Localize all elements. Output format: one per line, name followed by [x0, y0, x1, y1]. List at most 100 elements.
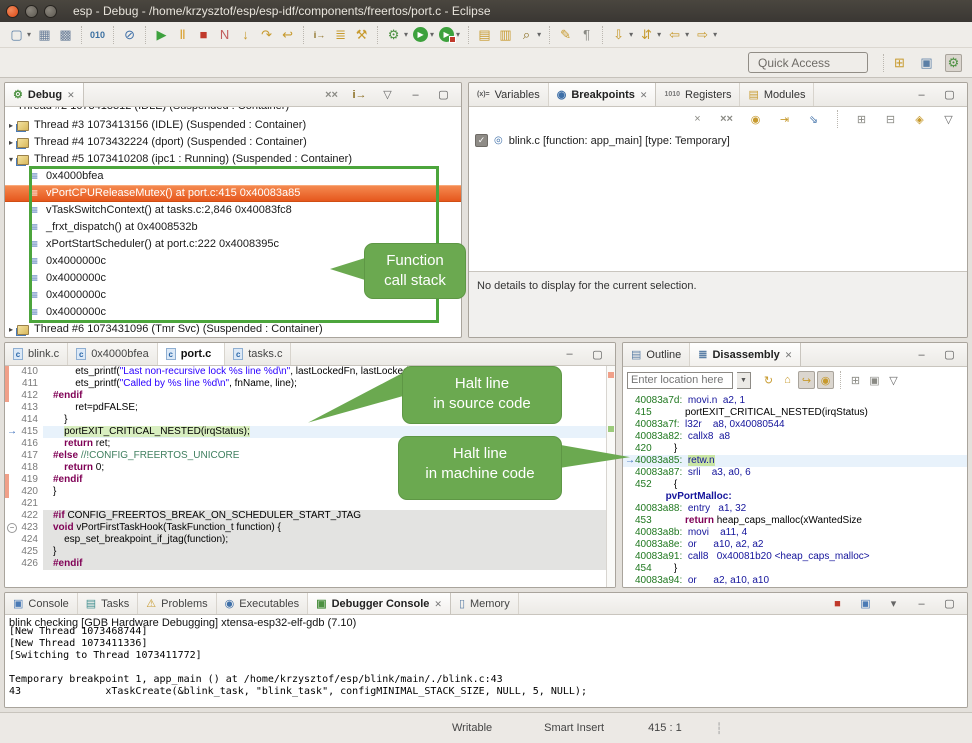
- tab-0x4000bfea[interactable]: c 0x4000bfea: [68, 343, 158, 365]
- new-wizard-button-menu-caret[interactable]: ▾: [27, 30, 31, 39]
- new-wizard-button[interactable]: ▢: [8, 26, 25, 44]
- thread-row[interactable]: Thread #5 1073410208 (ipc1 : Running) (S…: [5, 151, 461, 168]
- stack-frame[interactable]: vTaskSwitchContext() at tasks.c:2,846 0x…: [5, 202, 461, 219]
- disassembly-line[interactable]: 40083a85: retw.n: [623, 455, 967, 467]
- resume-button[interactable]: ▶: [153, 26, 170, 44]
- remove-selected-icon[interactable]: ×: [689, 110, 706, 128]
- minimize-button[interactable]: –: [561, 345, 578, 363]
- console-menu-caret[interactable]: ▾: [885, 595, 902, 613]
- tab-blink-c[interactable]: c blink.c: [5, 343, 68, 365]
- disassembly-line[interactable]: 420 }: [623, 443, 967, 455]
- disassembly-line[interactable]: 454 }: [623, 563, 967, 575]
- open-new-view-icon[interactable]: ⊞: [847, 371, 864, 389]
- maximize-button[interactable]: ▢: [435, 86, 452, 104]
- code-line[interactable]: 426#endif: [5, 558, 615, 570]
- view-menu-icon[interactable]: ▽: [940, 110, 957, 128]
- breakpoint-checkbox[interactable]: [475, 134, 488, 147]
- debug-perspective-button[interactable]: ⚙: [945, 54, 962, 72]
- disassembly-line[interactable]: 415 portEXIT_CRITICAL_NESTED(irqStatus): [623, 407, 967, 419]
- external-tools-button-menu-caret[interactable]: ▾: [456, 30, 460, 39]
- skip-all-breakpoints-button[interactable]: ⊘: [121, 26, 138, 44]
- search-button-menu-caret[interactable]: ▾: [537, 30, 541, 39]
- code-line[interactable]: 423void vPortFirstTaskHook(TaskFunction_…: [5, 522, 615, 534]
- maximize-button[interactable]: ▢: [589, 345, 606, 363]
- step-into-button[interactable]: ↓: [237, 26, 254, 44]
- close-button[interactable]: [6, 5, 19, 18]
- tab-outline[interactable]: ▤ Outline: [623, 343, 690, 366]
- maximize-button[interactable]: ▢: [941, 346, 958, 364]
- import-breakpoints-icon[interactable]: ⇥: [776, 110, 793, 128]
- minimize-button[interactable]: –: [913, 346, 930, 364]
- code-line[interactable]: 424 esp_set_breakpoint_if_jtag(function)…: [5, 534, 615, 546]
- refresh-icon[interactable]: ↻: [760, 371, 777, 389]
- tab-variables[interactable]: (x)= Variables: [469, 83, 549, 106]
- maximize-button[interactable]: ▢: [941, 86, 958, 104]
- binary-console-button[interactable]: 010: [89, 26, 106, 44]
- minimize-button[interactable]: –: [913, 86, 930, 104]
- close-icon[interactable]: [67, 89, 75, 101]
- sync-context-icon[interactable]: ↪: [798, 371, 815, 389]
- open-element-button[interactable]: ▥: [497, 26, 514, 44]
- save-button[interactable]: ▦: [36, 26, 53, 44]
- expand-arrow-icon[interactable]: [5, 151, 17, 168]
- forward-button-menu-caret[interactable]: ▾: [713, 30, 717, 39]
- breakpoint-row[interactable]: ◎ blink.c [function: app_main] [type: Te…: [469, 131, 967, 150]
- disassembly-line[interactable]: 40083a88: entry a1, 32: [623, 503, 967, 515]
- track-expression-icon[interactable]: ◉: [817, 371, 834, 389]
- tab-tasks[interactable]: ▤ Tasks: [78, 593, 139, 614]
- view-menu-icon[interactable]: ▽: [885, 371, 902, 389]
- stack-frame[interactable]: _frxt_dispatch() at 0x4008532b: [5, 219, 461, 236]
- tab-memory[interactable]: ▯ Memory: [451, 593, 519, 614]
- disassembly-line[interactable]: 40083a8e: or a10, a2, a2: [623, 539, 967, 551]
- disassembly-line[interactable]: 40083a91: call8 0x40081b20 <heap_caps_ma…: [623, 551, 967, 563]
- code-line[interactable]: 425}: [5, 546, 615, 558]
- debug-button[interactable]: ⚙: [385, 26, 402, 44]
- close-icon[interactable]: [434, 598, 442, 610]
- fold-marker-icon[interactable]: [5, 522, 17, 534]
- cpp-perspective-button[interactable]: ▣: [918, 54, 935, 72]
- tab-debugger-console[interactable]: ▣ Debugger Console: [308, 593, 451, 614]
- open-perspective-button[interactable]: ⊞: [891, 54, 908, 72]
- step-return-button[interactable]: ↩: [279, 26, 296, 44]
- expand-arrow-icon[interactable]: [5, 321, 17, 338]
- show-for-selection-icon[interactable]: ◉: [747, 110, 764, 128]
- disassembly-listing[interactable]: 40083a7d: movi.n a2, 1415 portEXIT_CRITI…: [623, 393, 967, 587]
- maximize-button[interactable]: ▢: [941, 595, 958, 613]
- expand-arrow-icon[interactable]: [5, 134, 17, 151]
- home-icon[interactable]: ⌂: [779, 371, 796, 389]
- external-tools-button[interactable]: ▶: [439, 27, 454, 42]
- maximize-window-button[interactable]: [44, 5, 57, 18]
- expand-all-icon[interactable]: ⊞: [853, 110, 870, 128]
- tab-modules[interactable]: ▤ Modules: [740, 83, 814, 106]
- collapse-all-icon[interactable]: ⊟: [882, 110, 899, 128]
- tab-disassembly[interactable]: ≣ Disassembly: [690, 343, 801, 366]
- last-edit-location-button-menu-caret[interactable]: ▾: [629, 30, 633, 39]
- disassembly-line[interactable]: 40083a7f: l32r a8, 0x40080544: [623, 419, 967, 431]
- disassembly-line[interactable]: 40083a87: srli a3, a0, 6: [623, 467, 967, 479]
- tab-executables[interactable]: ◉ Executables: [217, 593, 309, 614]
- disassembly-line[interactable]: 40083a7d: movi.n a2, 1: [623, 395, 967, 407]
- expand-arrow-icon[interactable]: [5, 117, 17, 134]
- thread-row[interactable]: Thread #3 1073413156 (IDLE) (Suspended :…: [5, 117, 461, 134]
- thread-row[interactable]: Thread #6 1073431096 (Tmr Svc) (Suspende…: [5, 321, 461, 338]
- step-over-button[interactable]: ↷: [258, 26, 275, 44]
- pin-view-icon[interactable]: ▣: [866, 371, 883, 389]
- disassembly-line[interactable]: 453 return heap_caps_malloc(xWantedSize: [623, 515, 967, 527]
- tab-problems[interactable]: ⚠ Problems: [138, 593, 216, 614]
- remove-all-terminated-icon[interactable]: ××: [323, 86, 340, 104]
- tab-debug[interactable]: ⚙ Debug: [5, 83, 84, 106]
- disassembly-line[interactable]: 40083a8b: movi a11, 4: [623, 527, 967, 539]
- debug-button-menu-caret[interactable]: ▾: [404, 30, 408, 39]
- disconnect-button[interactable]: N: [216, 26, 233, 44]
- disassembly-line[interactable]: 40083a94: or a2, a10, a10: [623, 575, 967, 587]
- stack-frame[interactable]: 0x4000bfea: [5, 168, 461, 185]
- tab-registers[interactable]: 1010 Registers: [656, 83, 740, 106]
- instruction-stepping-icon[interactable]: i→: [351, 86, 368, 104]
- show-whitespace-button[interactable]: ¶: [578, 26, 595, 44]
- run-button[interactable]: ▶: [413, 27, 428, 42]
- disassembly-line[interactable]: 452 {: [623, 479, 967, 491]
- stack-frame[interactable]: vPortCPUReleaseMutex() at port.c:415 0x4…: [5, 185, 461, 202]
- show-console-button[interactable]: ≣: [332, 26, 349, 44]
- tab-breakpoints[interactable]: ◉ Breakpoints: [549, 83, 657, 106]
- disassembly-line[interactable]: 40083a82: callx8 a8: [623, 431, 967, 443]
